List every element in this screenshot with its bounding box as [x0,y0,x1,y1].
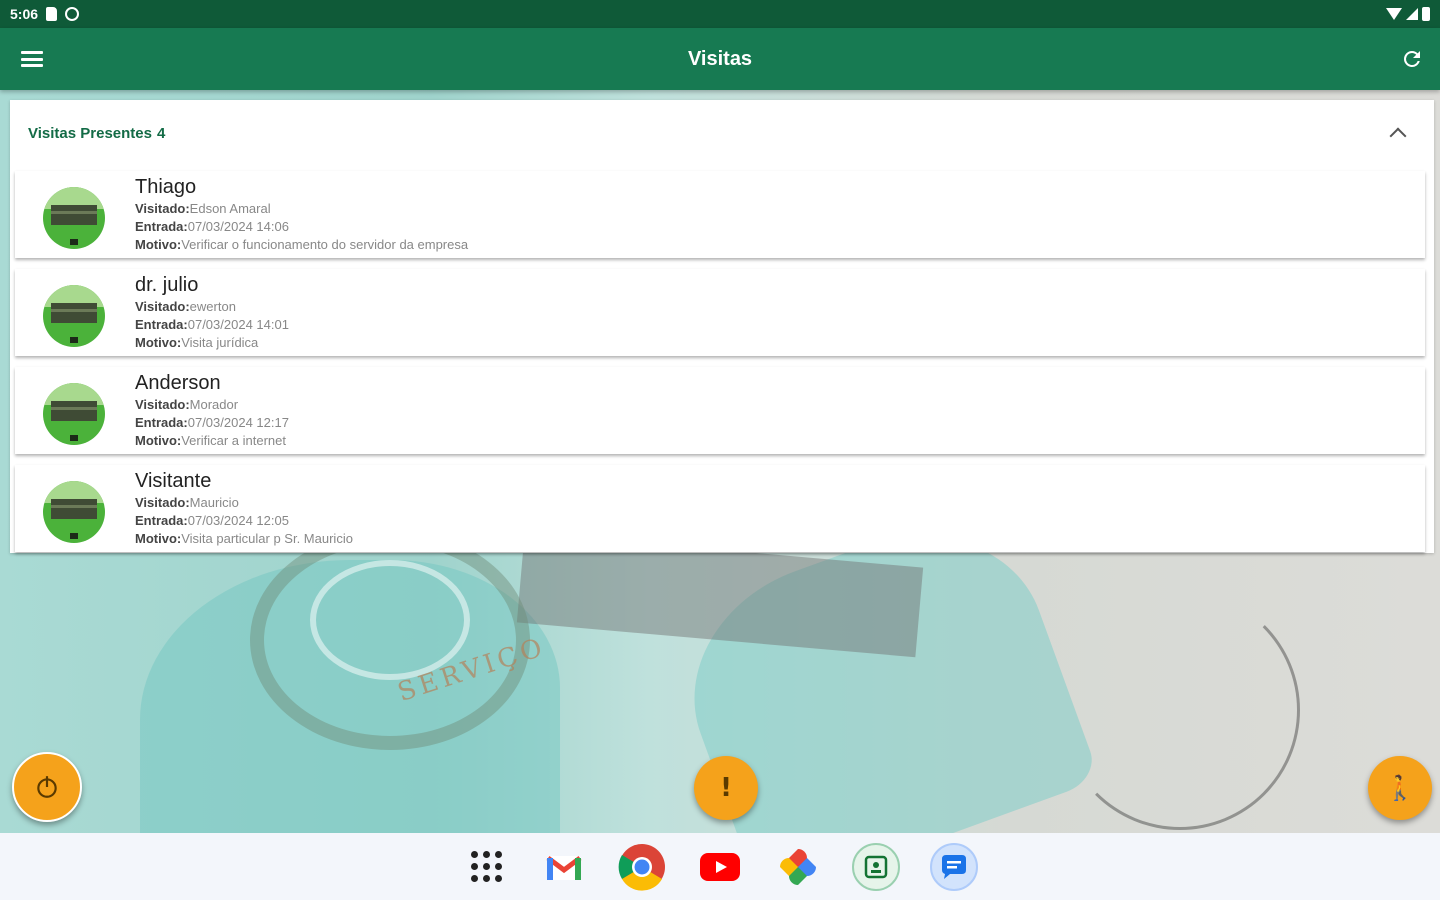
visited-value: Morador [189,397,239,412]
shield-icon [65,7,80,21]
menu-icon[interactable] [20,49,44,69]
power-button[interactable] [12,752,82,822]
visits-count: 4 [156,124,166,142]
walk-icon: 🚶 [1385,774,1415,802]
power-icon [37,776,57,798]
apps-grid-icon[interactable] [462,843,510,891]
visit-card[interactable]: Visitante Visitado:Mauricio Entrada:07/0… [15,465,1425,552]
alert-icon: ! [720,773,732,803]
exit-visitor-button[interactable]: 🚶 [1368,756,1432,820]
photos-icon[interactable] [774,843,822,891]
visited-value: Mauricio [189,495,239,510]
visited-value: ewerton [189,299,236,314]
youtube-icon[interactable] [696,843,744,891]
reason-label: Motivo: [135,237,182,252]
reason-label: Motivo: [135,531,182,546]
visited-value: Edson Amaral [189,201,271,216]
clock: 5:06 [10,6,39,22]
visits-panel: Visitas Presentes 4 Thiago Visitado:Edso… [10,100,1434,553]
visit-card[interactable]: Anderson Visitado:Morador Entrada:07/03/… [15,367,1425,454]
status-bar: 5:06 [0,0,1440,28]
reason-label: Motivo: [135,335,182,350]
reason-value: Verificar a internet [181,433,286,448]
avatar [43,187,105,249]
visitor-name: Anderson [135,372,221,394]
entry-label: Entrada: [135,317,188,332]
battery-icon [1422,7,1430,21]
visitor-name: Visitante [135,470,212,492]
chevron-up-icon[interactable] [1389,127,1407,145]
refresh-icon[interactable] [1400,47,1424,71]
visit-card[interactable]: dr. julio Visitado:ewerton Entrada:07/03… [15,269,1425,356]
entry-value: 07/03/2024 14:01 [187,317,289,332]
entry-label: Entrada: [135,415,188,430]
wifi-icon [1386,8,1402,20]
visited-label: Visitado: [135,299,190,314]
visited-label: Visitado: [135,397,190,412]
meet-icon[interactable] [852,842,900,891]
reason-value: Visita particular p Sr. Mauricio [181,531,353,546]
sd-card-icon [46,7,58,21]
panel-title: Visitas Presentes [28,124,152,142]
visitor-name: dr. julio [135,274,199,296]
visited-label: Visitado: [135,201,190,216]
avatar [43,481,105,543]
avatar [43,383,105,445]
avatar [43,285,105,347]
entry-label: Entrada: [135,513,188,528]
reason-value: Verificar o funcionamento do servidor da… [181,237,469,252]
entry-value: 07/03/2024 14:06 [187,219,289,234]
reason-value: Visita jurídica [181,335,259,350]
entry-value: 07/03/2024 12:05 [187,513,289,528]
gmail-icon[interactable] [540,843,588,891]
page-title: Visitas [687,47,753,70]
visit-card[interactable]: Thiago Visitado:Edson Amaral Entrada:07/… [15,171,1425,258]
visitor-name: Thiago [135,176,197,198]
panel-header[interactable]: Visitas Presentes 4 [10,100,1434,166]
messages-icon[interactable] [930,842,978,891]
signal-icon [1406,8,1418,20]
app-bar: Visitas [0,28,1440,90]
visited-label: Visitado: [135,495,190,510]
chrome-icon[interactable] [618,843,666,891]
reason-label: Motivo: [135,433,182,448]
dock [0,833,1440,900]
alert-button[interactable]: ! [694,756,758,820]
entry-value: 07/03/2024 12:17 [187,415,289,430]
visits-list: Thiago Visitado:Edson Amaral Entrada:07/… [15,171,1425,563]
entry-label: Entrada: [135,219,188,234]
